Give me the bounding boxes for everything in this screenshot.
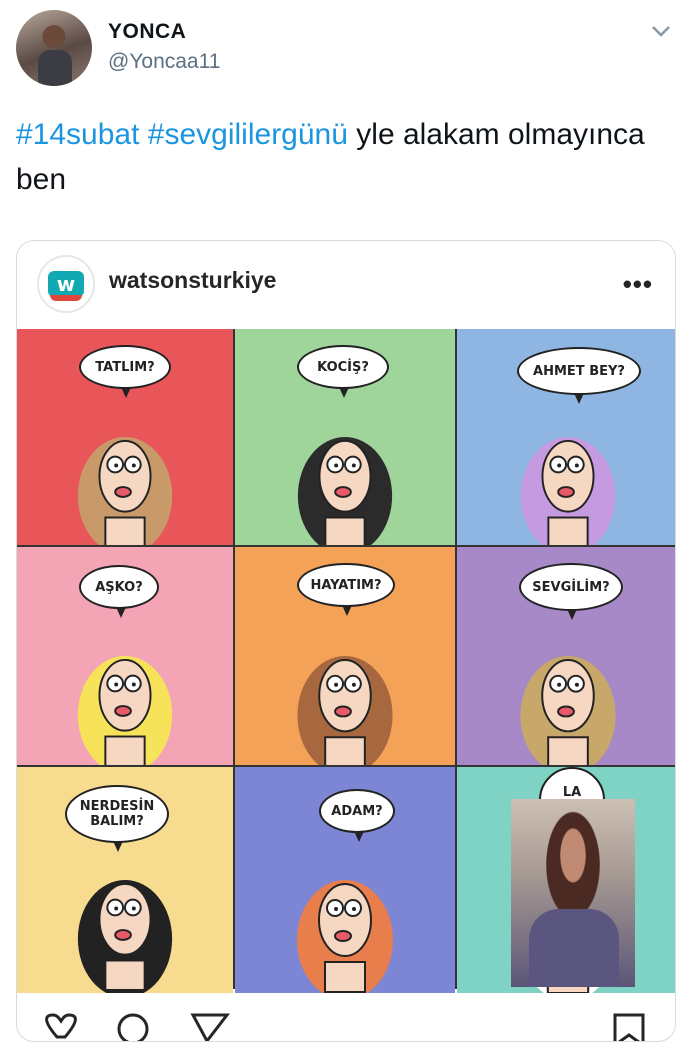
comic-panel: SEVGİLİM? — [457, 547, 675, 765]
speech-bubble: KOCİŞ? — [297, 345, 389, 398]
profile-avatar[interactable] — [16, 10, 92, 86]
embed-header: w watsonsturkiye ••• — [17, 241, 675, 329]
comic-panel: AŞKO? — [17, 547, 233, 765]
comic-panel: NERDESİN BALIM? — [17, 767, 233, 993]
comic-panel: KOCİŞ? — [235, 329, 455, 545]
instagram-embed-card[interactable]: w watsonsturkiye ••• TATLIM? KOCİŞ? AHMET … — [16, 240, 676, 1042]
comic-panel: ADAM? — [235, 767, 455, 993]
speech-bubble: HAYATIM? — [297, 563, 395, 616]
more-options-icon[interactable]: ••• — [623, 269, 653, 300]
selfie-overlay-photo — [511, 799, 635, 987]
comic-panel: HAYATIM? — [235, 547, 455, 765]
hashtag-link[interactable]: #sevgililergünü — [148, 118, 348, 151]
speech-bubble: AŞKO? — [79, 565, 159, 618]
user-handle[interactable]: @Yoncaa11 — [108, 50, 220, 74]
tweet-text: #14subat #sevgililergünü yle alakam olma… — [16, 112, 656, 202]
chevron-down-icon[interactable] — [650, 20, 672, 42]
hashtag-link[interactable]: #14subat — [16, 118, 139, 151]
speech-bubble: TATLIM? — [79, 345, 171, 398]
watsons-logo[interactable]: w — [37, 255, 95, 313]
bookmark-icon — [613, 1013, 645, 1041]
heart-icon — [45, 1013, 77, 1039]
comic-panel: TATLIM? — [17, 329, 233, 545]
comment-icon — [117, 1013, 149, 1041]
speech-bubble: ADAM? — [319, 789, 395, 842]
embed-actions — [45, 1013, 645, 1041]
comic-panel: AHMET BEY? — [457, 329, 675, 545]
embed-account-name[interactable]: watsonsturkiye — [109, 267, 276, 294]
speech-bubble: NERDESİN BALIM? — [65, 785, 169, 852]
speech-bubble: AHMET BEY? — [517, 347, 641, 404]
share-icon — [190, 1013, 231, 1041]
speech-bubble: SEVGİLİM? — [519, 563, 623, 620]
display-name[interactable]: YONCA — [108, 20, 186, 44]
